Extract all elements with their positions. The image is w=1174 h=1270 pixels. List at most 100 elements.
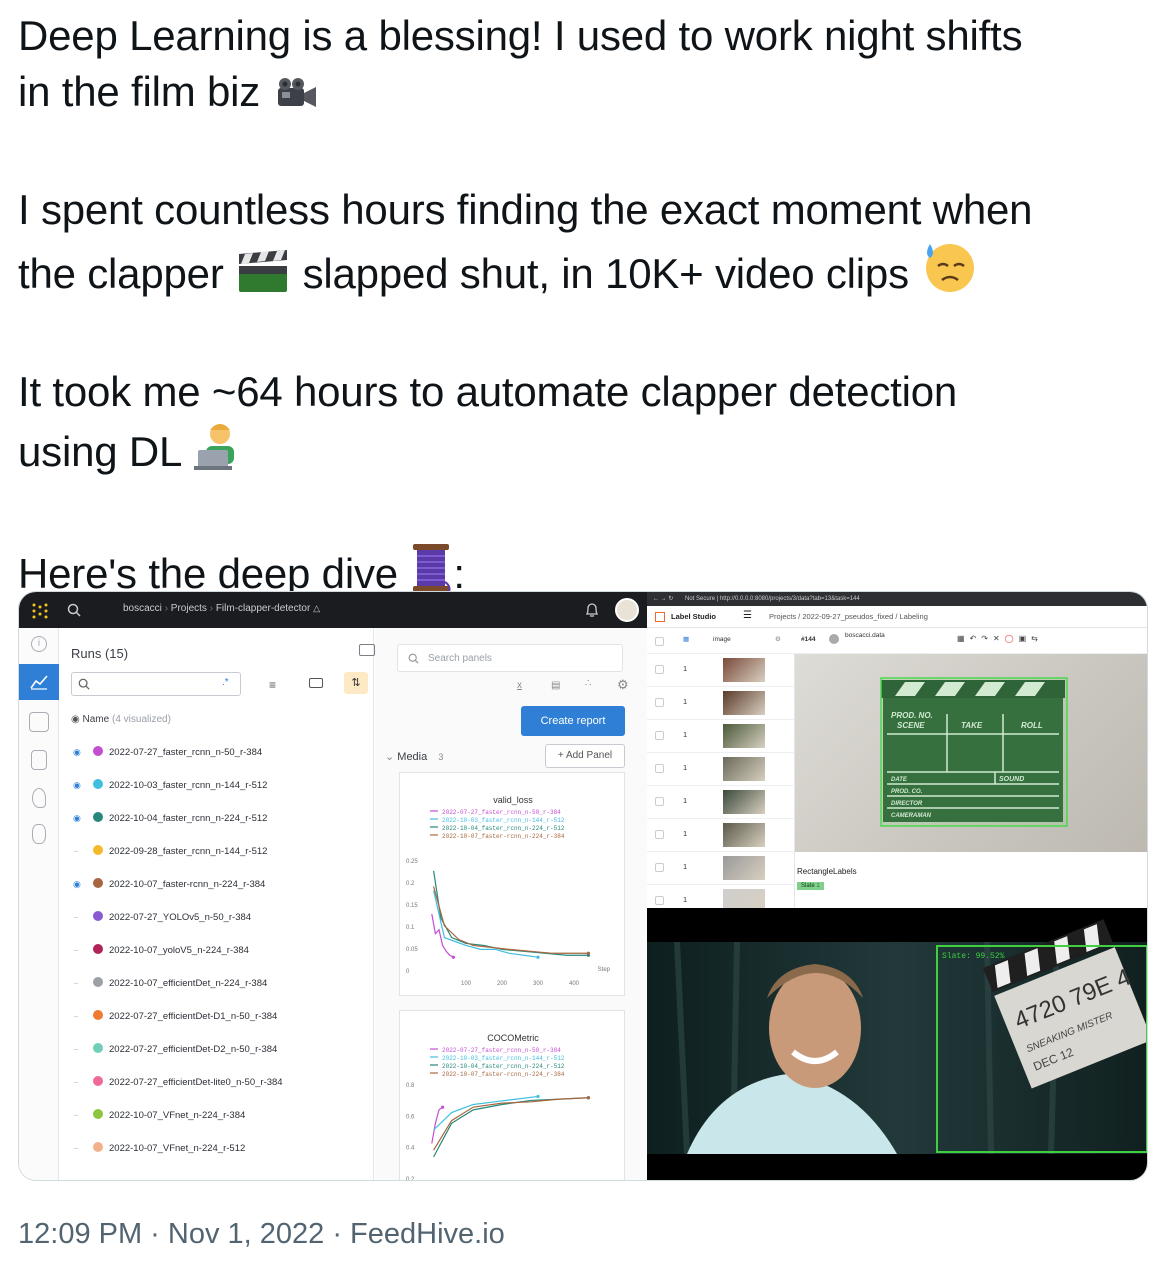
clipboard-icon[interactable] xyxy=(31,750,47,770)
regex-toggle[interactable]: .* xyxy=(222,677,229,688)
run-row[interactable]: ⌣ 2022-10-07_VFnet_n-224_r-384 xyxy=(73,1109,245,1125)
search-panels-input[interactable]: Search panels xyxy=(397,644,623,672)
task-checkbox[interactable] xyxy=(655,698,664,707)
run-name[interactable]: 2022-10-07_VFnet_n-224_r-384 xyxy=(109,1110,245,1121)
eye-closed-icon[interactable]: ⌣ xyxy=(73,1143,87,1154)
run-row[interactable]: ⌣ 2022-10-07_yoloV5_n-224_r-384 xyxy=(73,944,249,960)
eye-closed-icon[interactable]: ⌣ xyxy=(73,945,87,956)
breadcrumb-project[interactable]: Film-clapper-detector xyxy=(216,603,310,614)
eye-icon[interactable]: ◉ xyxy=(73,813,87,824)
brush-icon[interactable] xyxy=(32,788,46,808)
detection-video-frame[interactable]: 4720 79E 4 SNEAKING MISTER DEC 12 Slate:… xyxy=(647,908,1147,1180)
charts-tab-active[interactable] xyxy=(19,664,59,700)
run-name[interactable]: 2022-10-07_VFnet_n-224_r-512 xyxy=(109,1143,245,1154)
task-row[interactable]: 1 xyxy=(647,786,795,819)
run-name[interactable]: 2022-10-07_yoloV5_n-224_r-384 xyxy=(109,945,249,956)
eye-closed-icon[interactable]: ⌣ xyxy=(73,978,87,989)
run-color-dot[interactable] xyxy=(93,977,103,987)
eye-icon[interactable]: ◉ xyxy=(71,714,83,725)
breadcrumb[interactable]: Projects / 2022-09-27_pseudos_fixed / La… xyxy=(769,612,928,621)
task-checkbox[interactable] xyxy=(655,830,664,839)
task-row[interactable]: 1 xyxy=(647,720,795,753)
browser-address-bar[interactable]: ← → ↻ Not Secure | http://0.0.0.0:8080/p… xyxy=(647,592,1147,606)
run-row[interactable]: ⌣ 2022-07-27_efficientDet-D2_n-50_r-384 xyxy=(73,1043,277,1059)
info-icon[interactable]: i xyxy=(31,636,47,652)
bell-icon[interactable] xyxy=(585,602,599,618)
smoothing-icon[interactable]: ▤ xyxy=(551,680,560,691)
run-row[interactable]: ◉ 2022-07-27_faster_rcnn_n-50_r-384 xyxy=(73,746,262,762)
series-line[interactable] xyxy=(433,886,589,954)
run-name[interactable]: 2022-09-28_faster_rcnn_n-144_r-512 xyxy=(109,846,267,857)
task-row[interactable]: 1 xyxy=(647,687,795,720)
run-name[interactable]: 2022-10-04_faster_rcnn_n-224_r-512 xyxy=(109,813,267,824)
sort-button[interactable]: ⇅ xyxy=(344,672,368,694)
run-color-dot[interactable] xyxy=(93,812,103,822)
app-name[interactable]: Label Studio xyxy=(671,612,716,621)
run-row[interactable]: ⌣ 2022-07-27_efficientDet-D1_n-50_r-384 xyxy=(73,1010,277,1026)
task-thumbnail[interactable] xyxy=(723,856,765,880)
eye-closed-icon[interactable]: ⌣ xyxy=(73,1110,87,1121)
eye-icon[interactable]: ◉ xyxy=(73,747,87,758)
run-color-dot[interactable] xyxy=(93,1076,103,1086)
filter-icon[interactable]: ≡ xyxy=(269,678,276,692)
task-row[interactable]: 1 xyxy=(647,819,795,852)
run-row[interactable]: ⌣ 2022-09-28_faster_rcnn_n-144_r-512 xyxy=(73,845,267,861)
run-row[interactable]: ⌣ 2022-07-27_efficientDet-lite0_n-50_r-38… xyxy=(73,1076,283,1092)
image-column-header[interactable]: image xyxy=(713,636,731,643)
database-icon[interactable] xyxy=(32,824,46,844)
create-report-button[interactable]: Create report xyxy=(521,706,625,736)
series-line[interactable] xyxy=(433,1097,589,1158)
runs-search-input[interactable]: .* xyxy=(71,672,241,696)
group-icon[interactable] xyxy=(309,678,323,688)
task-thumbnail[interactable] xyxy=(723,724,765,748)
bounding-box[interactable] xyxy=(880,677,1068,827)
run-color-dot[interactable] xyxy=(93,1142,103,1152)
media-section-header[interactable]: ⌄ Media 3 xyxy=(385,750,443,763)
run-color-dot[interactable] xyxy=(93,746,103,756)
breadcrumb-user[interactable]: boscacci xyxy=(123,603,162,614)
eye-closed-icon[interactable]: ⌣ xyxy=(73,1044,87,1055)
run-color-dot[interactable] xyxy=(93,845,103,855)
run-color-dot[interactable] xyxy=(93,944,103,954)
eye-closed-icon[interactable]: ⌣ xyxy=(73,1011,87,1022)
task-thumbnail[interactable] xyxy=(723,691,765,715)
task-checkbox[interactable] xyxy=(655,731,664,740)
series-line[interactable] xyxy=(433,1097,589,1151)
run-name[interactable]: 2022-10-07_efficientDet_n-224_r-384 xyxy=(109,978,267,989)
run-name[interactable]: 2022-07-27_faster_rcnn_n-50_r-384 xyxy=(109,747,262,758)
menu-icon[interactable]: ☰ xyxy=(743,610,752,621)
avatar[interactable] xyxy=(615,598,639,622)
run-row[interactable]: ◉ 2022-10-07_faster-rcnn_n-224_r-384 xyxy=(73,878,265,894)
task-row[interactable]: 1 xyxy=(647,753,795,786)
run-name[interactable]: 2022-10-03_faster_rcnn_n-144_r-512 xyxy=(109,780,267,791)
add-panel-button[interactable]: + Add Panel xyxy=(545,744,625,768)
run-color-dot[interactable] xyxy=(93,911,103,921)
run-color-dot[interactable] xyxy=(93,1043,103,1053)
task-checkbox[interactable] xyxy=(655,863,664,872)
valid-loss-chart[interactable]: valid_loss 2022-07-27_faster_rcnn_n-50_r-… xyxy=(399,772,625,996)
run-row[interactable]: ⌣ 2022-10-07_efficientDet_n-224_r-384 xyxy=(73,977,267,993)
run-row[interactable]: ◉ 2022-10-04_faster_rcnn_n-224_r-512 xyxy=(73,812,267,828)
grid-icon[interactable]: ▦ xyxy=(683,635,689,643)
eye-closed-icon[interactable]: ⌣ xyxy=(73,912,87,923)
task-thumbnail[interactable] xyxy=(723,790,765,814)
task-checkbox[interactable] xyxy=(655,665,664,674)
search-icon[interactable] xyxy=(67,603,81,617)
task-checkbox[interactable] xyxy=(655,764,664,773)
eye-closed-icon[interactable]: ⌣ xyxy=(73,1077,87,1088)
table-icon[interactable] xyxy=(29,712,49,732)
run-name[interactable]: 2022-07-27_YOLOv5_n-50_r-384 xyxy=(109,912,251,923)
run-color-dot[interactable] xyxy=(93,1010,103,1020)
task-checkbox[interactable] xyxy=(655,797,664,806)
breadcrumb-projects[interactable]: Projects xyxy=(171,603,207,614)
run-name[interactable]: 2022-10-07_faster-rcnn_n-224_r-384 xyxy=(109,879,265,890)
run-name[interactable]: 2022-07-27_efficientDet-D2_n-50_r-384 xyxy=(109,1044,277,1055)
back-icon[interactable]: ← → ↻ xyxy=(653,596,673,602)
task-thumbnail[interactable] xyxy=(723,757,765,781)
run-row[interactable]: ◉ 2022-10-03_faster_rcnn_n-144_r-512 xyxy=(73,779,267,795)
annotation-image[interactable]: PROD. NO. SCENE TAKE ROLL DATE SOUND PRO… xyxy=(795,654,1147,852)
run-name[interactable]: 2022-07-27_efficientDet-D1_n-50_r-384 xyxy=(109,1011,277,1022)
task-thumbnail[interactable] xyxy=(723,658,765,682)
run-name[interactable]: 2022-07-27_efficientDet-lite0_n-50_r-384 xyxy=(109,1077,283,1088)
x-axis-icon[interactable]: x xyxy=(517,680,522,691)
